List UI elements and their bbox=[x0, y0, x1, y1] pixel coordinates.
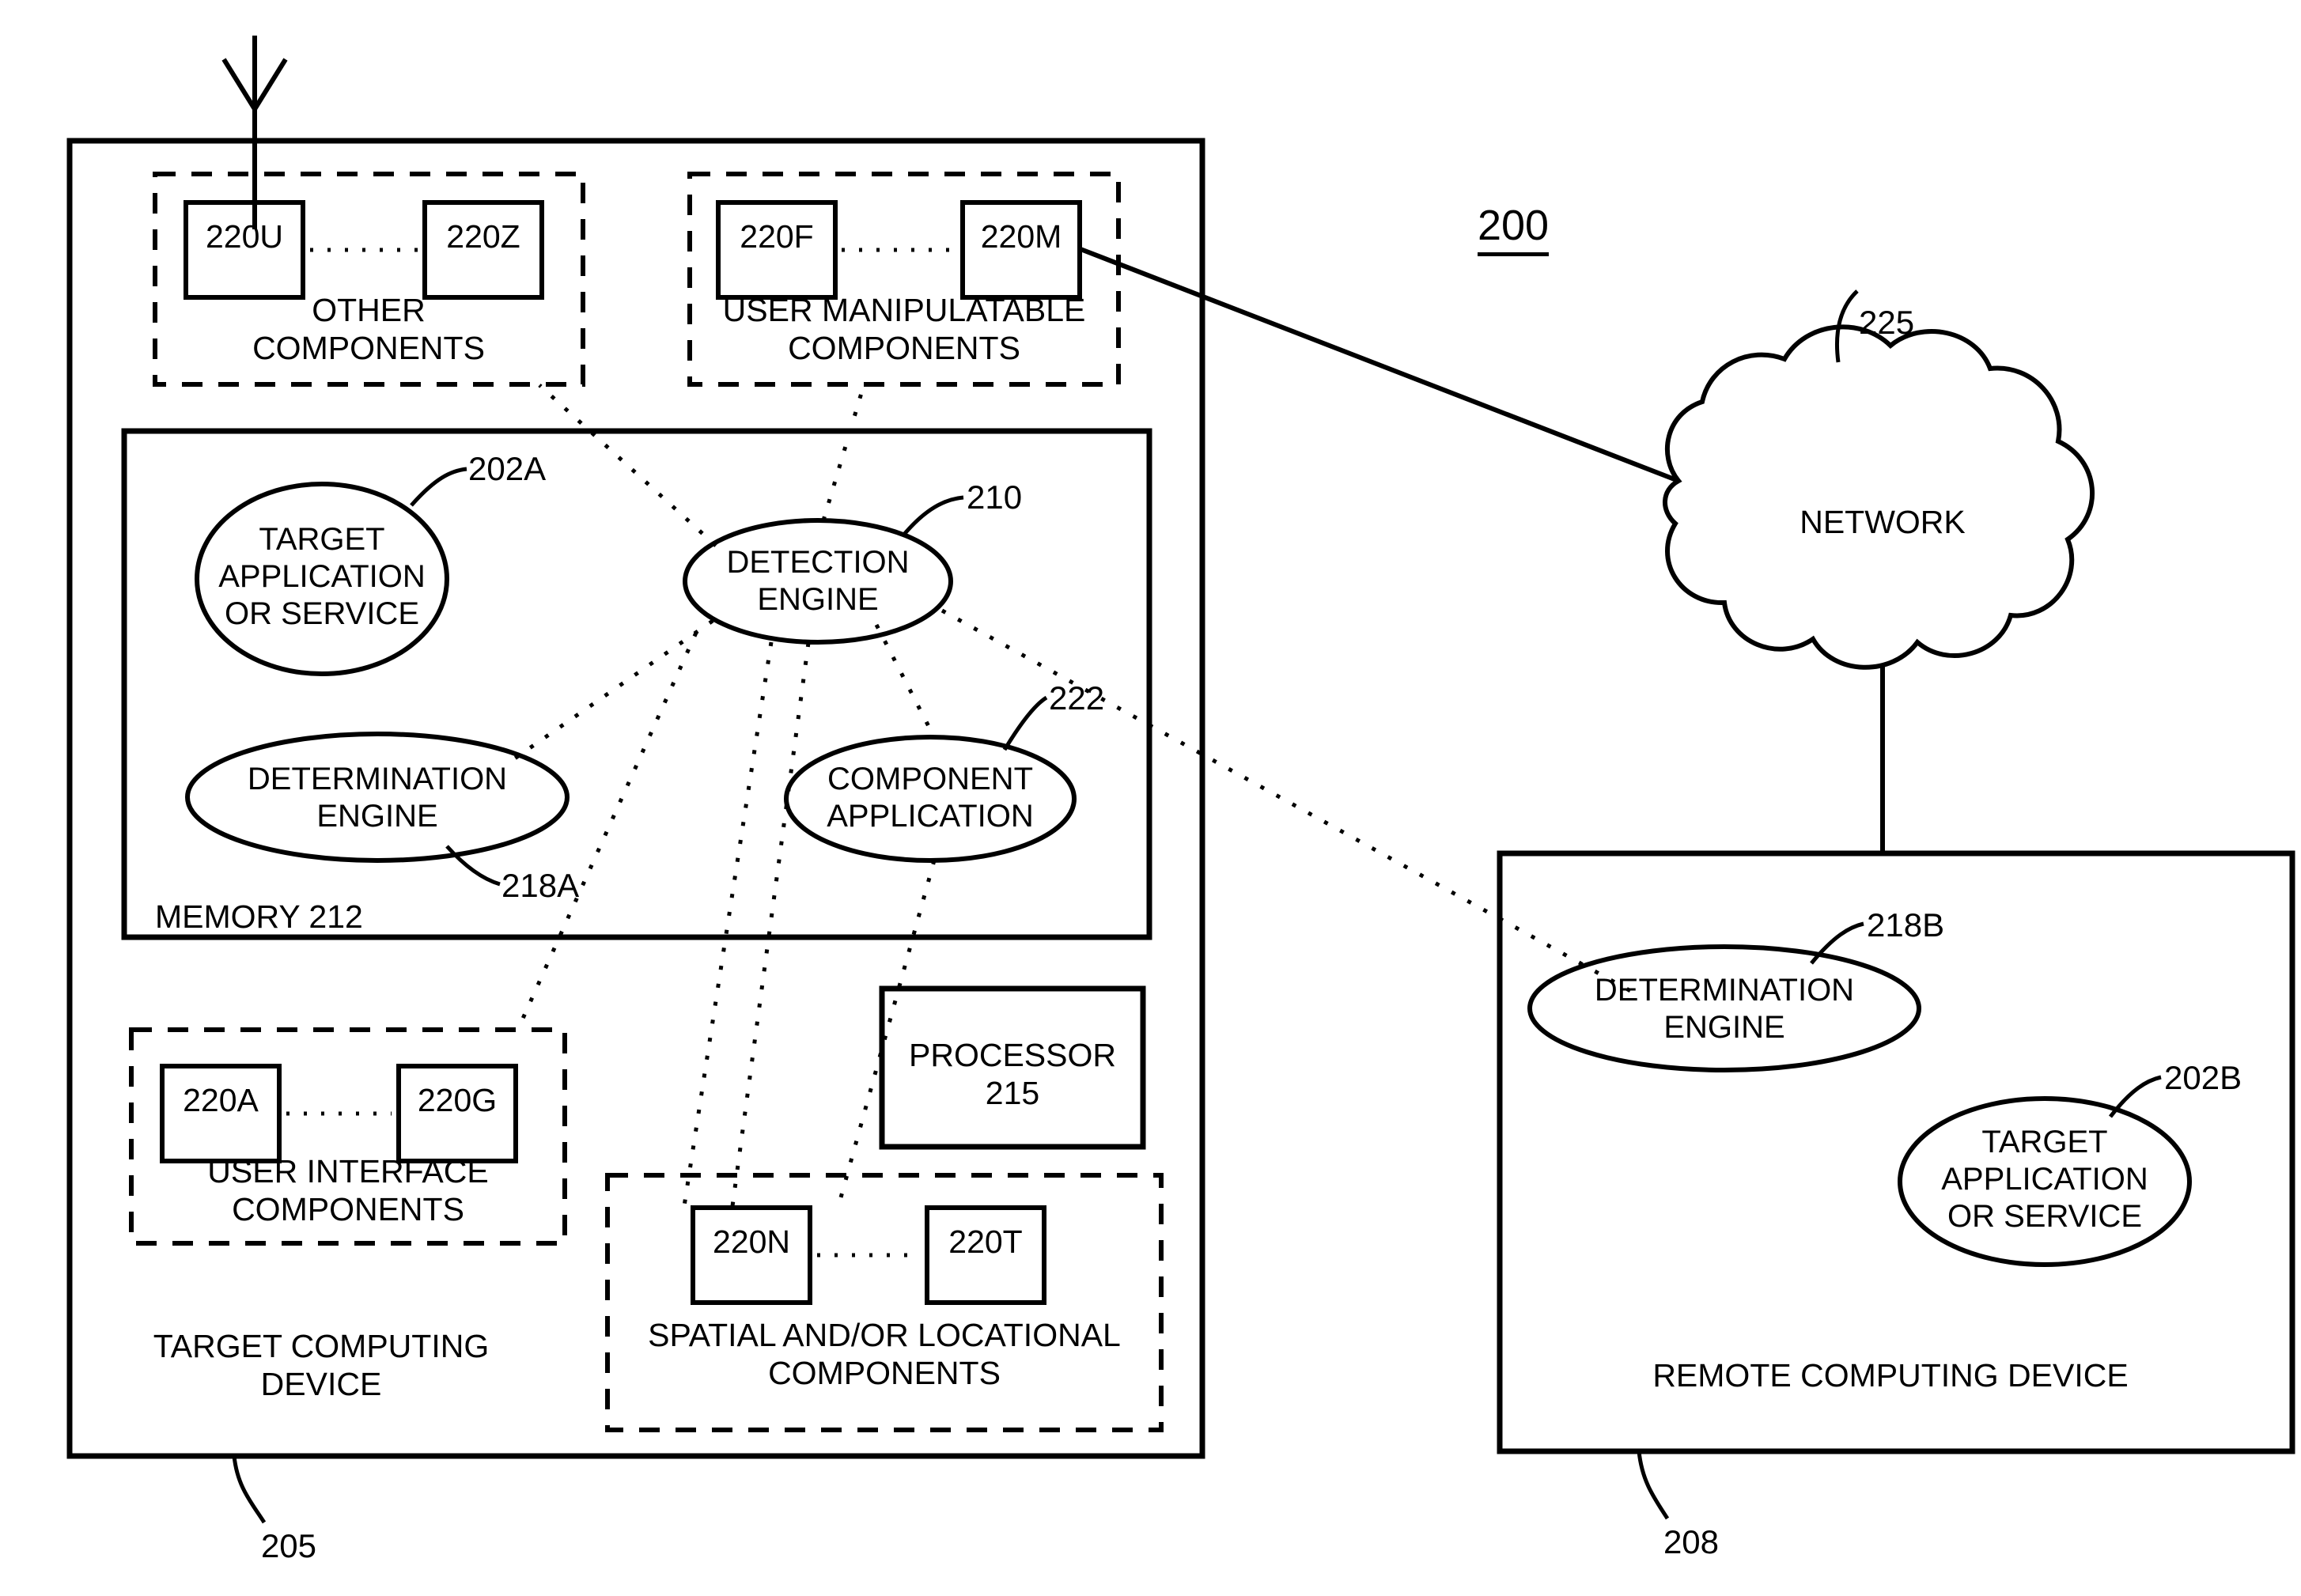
component-box-220A bbox=[160, 1064, 282, 1163]
leader-line-208 bbox=[1637, 1450, 1670, 1520]
processor-box bbox=[879, 985, 1146, 1150]
node-determination-engine-218A bbox=[185, 732, 570, 863]
remote-computing-device-box bbox=[1497, 850, 2295, 1454]
patent-figure-200: 200 220U 220Z OTHER COMPONENTS 220F 220M… bbox=[0, 0, 2301, 1596]
leader-line-222 bbox=[1002, 695, 1048, 751]
component-box-220G bbox=[396, 1064, 518, 1163]
component-box-220N bbox=[691, 1205, 812, 1305]
leader-line-205 bbox=[232, 1455, 267, 1524]
component-box-220Z bbox=[422, 200, 544, 300]
other-components-group bbox=[153, 172, 585, 387]
component-box-220U bbox=[184, 200, 305, 300]
target-computing-device-box bbox=[66, 138, 1205, 1459]
diagram-canvas bbox=[66, 36, 2295, 1524]
link-220M-to-network bbox=[1079, 247, 1680, 483]
user-manipulatable-components-group bbox=[687, 172, 1121, 387]
leader-line-202A bbox=[410, 467, 467, 507]
connector-component-app-to-spatial bbox=[836, 860, 937, 1207]
network-cloud-shape bbox=[1663, 324, 2095, 670]
user-interface-components-group bbox=[129, 1027, 567, 1246]
node-component-application-222 bbox=[784, 735, 1077, 863]
component-box-220M bbox=[960, 200, 1082, 300]
node-detection-engine-210 bbox=[683, 518, 953, 645]
node-target-application-202A bbox=[195, 482, 449, 676]
memory-box bbox=[121, 428, 1152, 940]
node-determination-engine-218B bbox=[1527, 944, 1921, 1072]
component-box-220F bbox=[716, 200, 838, 300]
node-target-application-202B bbox=[1898, 1096, 2192, 1267]
leader-line-210 bbox=[901, 495, 964, 538]
component-box-220T bbox=[925, 1205, 1046, 1305]
